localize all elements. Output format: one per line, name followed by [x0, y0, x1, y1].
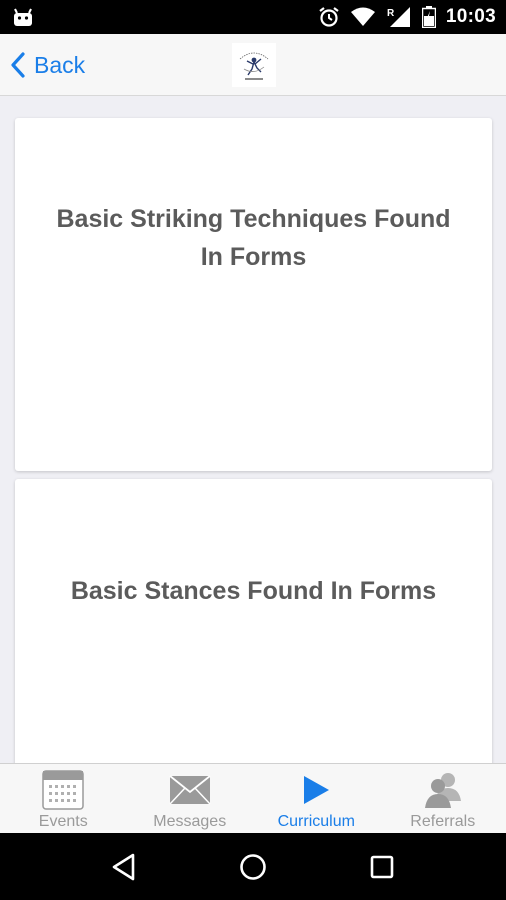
status-right: R 10:03 [318, 6, 496, 28]
tab-referrals[interactable]: Referrals [380, 764, 506, 833]
svg-text:R: R [387, 8, 395, 19]
status-bar: R 10:03 [0, 0, 506, 34]
people-icon [423, 770, 463, 810]
alarm-icon [318, 6, 340, 28]
curriculum-list: Basic Striking Techniques Found In Forms… [0, 96, 506, 763]
chevron-left-icon [10, 51, 26, 79]
tab-label: Events [38, 813, 88, 830]
tab-curriculum[interactable]: Curriculum [253, 764, 380, 833]
android-nav-bar [0, 833, 506, 900]
card-title: Basic Striking Techniques Found In Forms [56, 204, 451, 271]
tab-label: Messages [153, 813, 227, 830]
home-circle-icon[interactable] [223, 837, 283, 897]
tab-messages[interactable]: Messages [127, 764, 254, 833]
nav-header: Back [0, 34, 506, 96]
back-button[interactable]: Back [10, 34, 85, 96]
back-triangle-icon[interactable] [94, 837, 154, 897]
card-title: Basic Stances Found In Forms [70, 577, 437, 605]
envelope-icon [169, 770, 211, 810]
status-time: 10:03 [445, 6, 496, 27]
tab-bar: Events Messages Curriculum Referrals [0, 763, 506, 833]
curriculum-card-striking[interactable]: Basic Striking Techniques Found In Forms [15, 118, 492, 471]
tab-label: Referrals [410, 813, 476, 830]
curriculum-card-stances[interactable]: Basic Stances Found In Forms [15, 479, 492, 763]
play-icon [301, 770, 331, 810]
back-label: Back [34, 51, 86, 78]
recents-square-icon[interactable] [352, 837, 412, 897]
status-left [12, 7, 34, 27]
battery-icon [421, 6, 436, 28]
wifi-icon [350, 7, 376, 27]
calendar-icon [42, 770, 84, 810]
tab-label: Curriculum [277, 813, 355, 830]
signal-icon: R [386, 6, 412, 28]
tab-events[interactable]: Events [0, 764, 127, 833]
android-icon [12, 7, 34, 27]
school-logo-icon [232, 43, 276, 87]
